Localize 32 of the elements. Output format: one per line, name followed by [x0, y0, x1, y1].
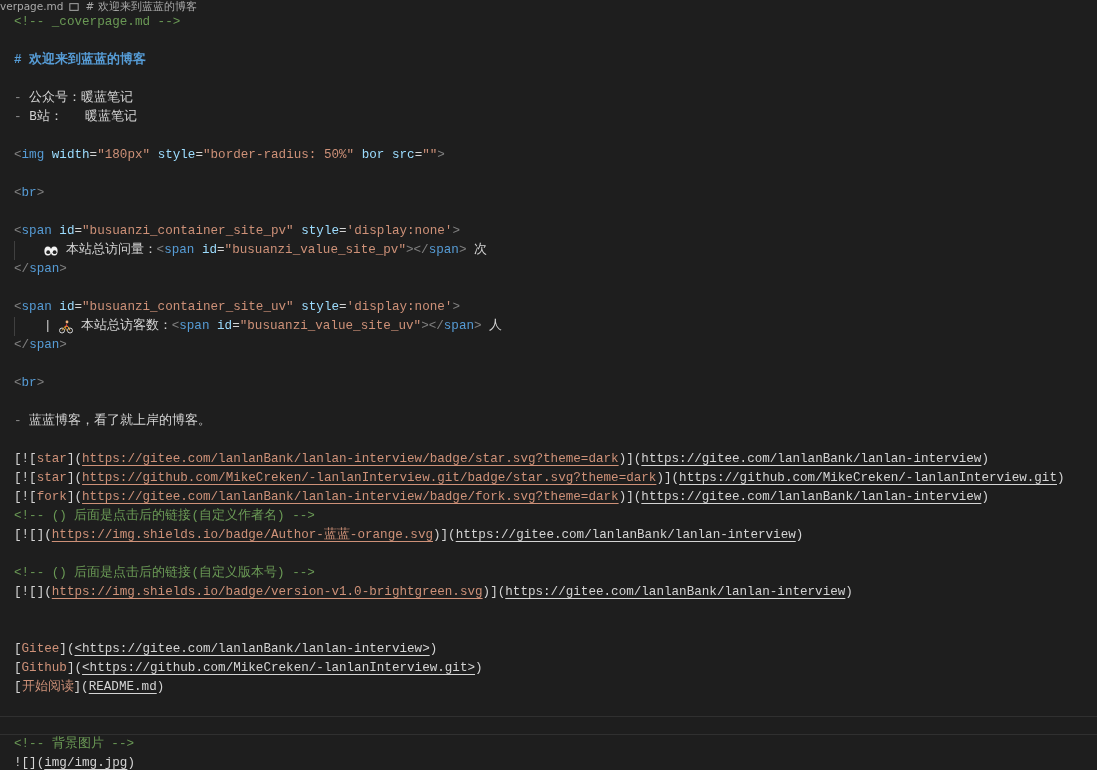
code-line: [![star](https://gitee.com/lanlanBank/lanlan-interview/badge/star.svg?theme=dark)](https://gitee.com/lanlanBank/lanlan-interview) [13, 451, 990, 468]
code-line: </span> [13, 337, 68, 354]
code-line: <br> [13, 185, 46, 202]
code-text: 本站总访问量：<span id="busuanzi_value_site_pv"></span> 次 [64, 241, 488, 259]
code-line: <!-- () 后面是点击后的链接(自定义版本号) --> [13, 564, 316, 582]
eyes-icon [44, 243, 58, 258]
code-line: [![](https://img.shields.io/badge/version-v1.0-brightgreen.svg)](https://gitee.com/lanlanBank/lanlan-interview) [13, 584, 854, 601]
code-text: | [44, 318, 53, 335]
breadcrumb-item[interactable]: verpage.md [0, 0, 64, 13]
cyclist-icon [59, 319, 74, 334]
code-line: <!-- () 后面是点击后的链接(自定义作者名) --> [13, 507, 316, 525]
code-line: <span id="busuanzi_container_site_pv" style='display:none'> [13, 223, 461, 240]
code-line: - 公众号：暖蓝笔记 [13, 89, 135, 107]
code-line: <img width="180px" style="border-radius: 50%" bor src=""> [13, 147, 446, 164]
code-line: <!-- _coverpage.md --> [13, 14, 182, 31]
code-line: [![star](https://github.com/MikeCreken/-lanlanInterview.git/badge/star.svg?theme=dark)](https://github.com/MikeCreken/-lanlanInterview.git) [13, 470, 1066, 487]
breadcrumb-item[interactable]: # 欢迎来到蓝蓝的博客 [85, 0, 197, 13]
code-line: - 蓝蓝博客，看了就上岸的博客。 [13, 412, 213, 430]
code-text: 本站总访客数：<span id="busuanzi_value_site_uv"></span> 人 [79, 317, 503, 335]
code-line: [Github](<https://github.com/MikeCreken/-lanlanInterview.git>) [13, 660, 484, 677]
code-line: - B站： 暖蓝笔记 [13, 108, 139, 126]
code-line: [开始阅读](README.md) [13, 678, 166, 696]
code-line: <!-- 背景图片 --> [13, 735, 136, 753]
symbol-icon [69, 1, 80, 12]
code-line: <br> [13, 375, 46, 392]
code-line: <span id="busuanzi_container_site_uv" style='display:none'> [13, 299, 461, 316]
code-line: [![fork](https://gitee.com/lanlanBank/lanlan-interview/badge/fork.svg?theme=dark)](https://gitee.com/lanlanBank/lanlan-interview) [13, 489, 990, 506]
code-line: ![](img/img.jpg) [13, 755, 136, 770]
code-line: [![](https://img.shields.io/badge/Author-蓝蓝-orange.svg)](https://gitee.com/lanlanBank/lanlan-interview) [13, 526, 805, 544]
code-line: # 欢迎来到蓝蓝的博客 [13, 51, 148, 69]
code-line: </span> [13, 261, 68, 278]
code-line: [Gitee](<https://gitee.com/lanlanBank/lanlan-interview>) [13, 641, 439, 658]
